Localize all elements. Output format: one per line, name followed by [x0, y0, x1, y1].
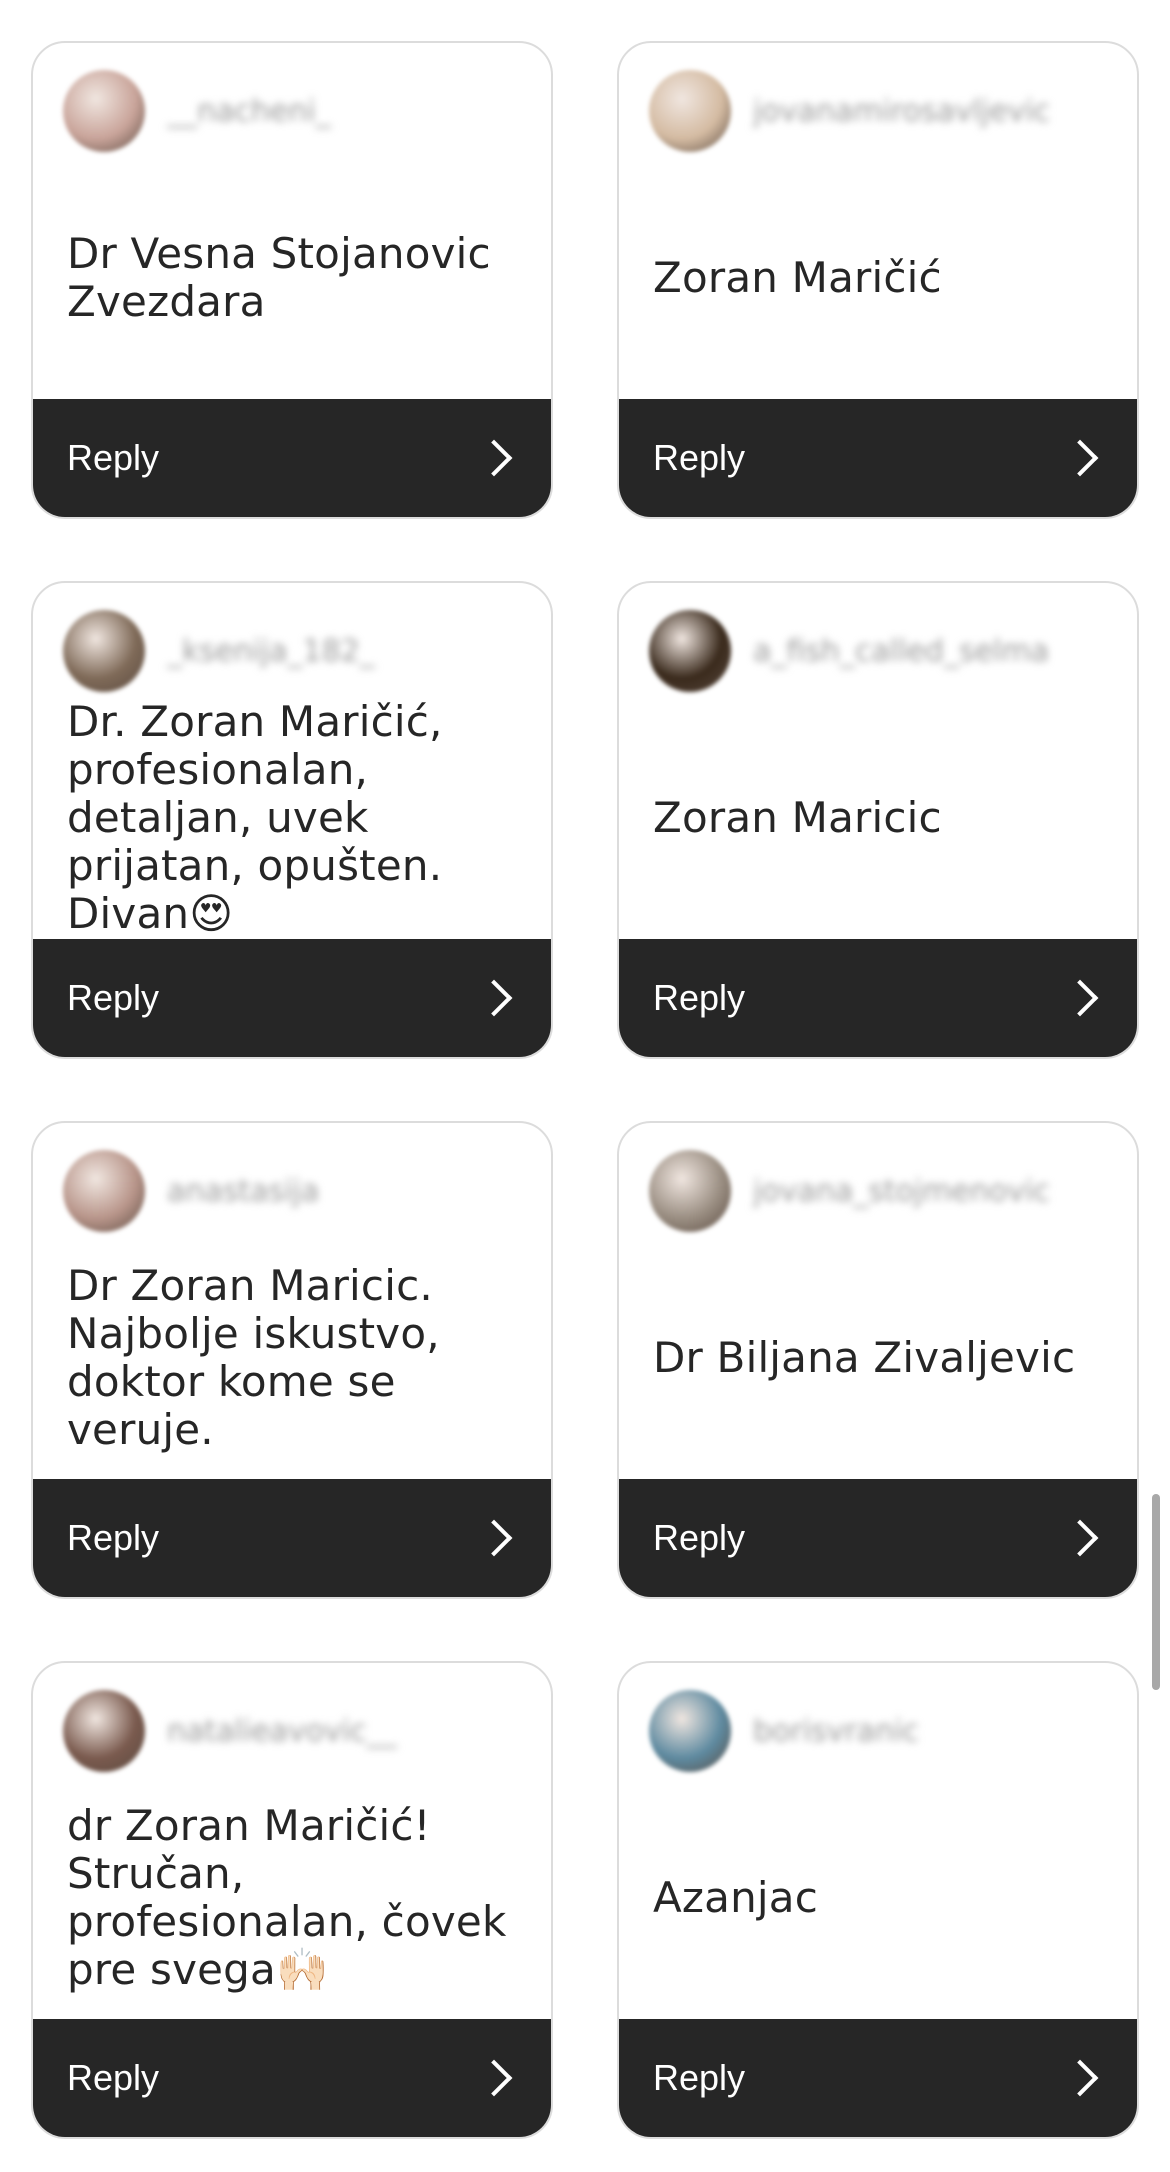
reply-label: Reply — [67, 437, 160, 478]
username[interactable]: _ksenija_182_ — [167, 634, 375, 669]
reply-button[interactable]: Reply — [33, 1479, 551, 1597]
reply-label: Reply — [653, 2057, 746, 2098]
chevron-right-icon — [1061, 1519, 1099, 1557]
avatar[interactable] — [63, 610, 145, 692]
chevron-right-icon — [475, 979, 513, 1017]
avatar[interactable] — [649, 610, 731, 692]
reply-card: jovanamirosavljevic Zoran Maričić Reply — [617, 41, 1139, 519]
card-header: a_fish_called_selma — [649, 609, 1117, 693]
reply-message: Azanjac — [653, 1873, 819, 1922]
reply-card: _ksenija_182_ Dr. Zoran Maričić, profesi… — [31, 581, 553, 1059]
reply-button[interactable]: Reply — [33, 939, 551, 1057]
reply-message: Dr Zoran Maricic. Najbolje iskustvo, dok… — [67, 1261, 440, 1454]
card-header: natalieavovic__ — [63, 1689, 531, 1773]
card-header: anastasija — [63, 1149, 531, 1233]
story-replies-page: __nacheni_ Dr Vesna Stojanovic Zvezdara … — [0, 0, 1170, 2172]
reply-card: natalieavovic__ dr Zoran Maričić! Struča… — [31, 1661, 553, 2139]
avatar[interactable] — [649, 1690, 731, 1772]
card-header: jovana_stojmenovic — [649, 1149, 1117, 1233]
reply-label: Reply — [653, 1517, 746, 1558]
card-body: Dr Vesna Stojanovic Zvezdara — [67, 165, 523, 391]
chevron-right-icon — [1061, 439, 1099, 477]
avatar[interactable] — [63, 1150, 145, 1232]
avatar[interactable] — [649, 70, 731, 152]
chevron-right-icon — [1061, 979, 1099, 1017]
chevron-right-icon — [475, 2059, 513, 2097]
reply-label: Reply — [67, 2057, 160, 2098]
reply-card: a_fish_called_selma Zoran Maricic Reply — [617, 581, 1139, 1059]
reply-button[interactable]: Reply — [619, 939, 1137, 1057]
card-header: borisvranic — [649, 1689, 1117, 1773]
reply-label: Reply — [653, 977, 746, 1018]
username[interactable]: anastasija — [167, 1174, 319, 1209]
reply-card: borisvranic Azanjac Reply — [617, 1661, 1139, 2139]
reply-button[interactable]: Reply — [33, 2019, 551, 2137]
card-header: __nacheni_ — [63, 69, 531, 153]
chevron-right-icon — [475, 1519, 513, 1557]
reply-label: Reply — [67, 1517, 160, 1558]
username[interactable]: __nacheni_ — [167, 94, 331, 129]
card-body: Dr Biljana Zivaljevic — [653, 1245, 1109, 1471]
reply-card: anastasija Dr Zoran Maricic. Najbolje is… — [31, 1121, 553, 1599]
card-body: dr Zoran Maričić! Stručan, profesionalan… — [67, 1785, 523, 2011]
username[interactable]: natalieavovic__ — [167, 1714, 397, 1749]
reply-message: Zoran Maricic — [653, 793, 942, 842]
username[interactable]: borisvranic — [753, 1714, 919, 1749]
avatar[interactable] — [649, 1150, 731, 1232]
reply-card: __nacheni_ Dr Vesna Stojanovic Zvezdara … — [31, 41, 553, 519]
reply-label: Reply — [653, 437, 746, 478]
card-body: Dr Zoran Maricic. Najbolje iskustvo, dok… — [67, 1245, 523, 1471]
reply-message: Dr Vesna Stojanovic Zvezdara — [67, 229, 491, 326]
chevron-right-icon — [475, 439, 513, 477]
reply-message: Dr Biljana Zivaljevic — [653, 1333, 1076, 1382]
reply-card: jovana_stojmenovic Dr Biljana Zivaljevic… — [617, 1121, 1139, 1599]
replies-grid: __nacheni_ Dr Vesna Stojanovic Zvezdara … — [31, 41, 1139, 2139]
reply-button[interactable]: Reply — [619, 1479, 1137, 1597]
username[interactable]: jovanamirosavljevic — [753, 94, 1050, 129]
reply-button[interactable]: Reply — [619, 2019, 1137, 2137]
reply-button[interactable]: Reply — [33, 399, 551, 517]
card-header: jovanamirosavljevic — [649, 69, 1117, 153]
card-body: Dr. Zoran Maričić, profesionalan, detalj… — [67, 698, 523, 938]
card-body: Zoran Maričić — [653, 165, 1109, 391]
avatar[interactable] — [63, 1690, 145, 1772]
reply-message: Zoran Maričić — [653, 253, 942, 302]
reply-message: dr Zoran Maričić! Stručan, profesionalan… — [67, 1801, 507, 1994]
reply-label: Reply — [67, 977, 160, 1018]
scrollbar[interactable] — [1152, 1494, 1160, 1690]
card-header: _ksenija_182_ — [63, 609, 531, 693]
reply-button[interactable]: Reply — [619, 399, 1137, 517]
card-body: Zoran Maricic — [653, 705, 1109, 931]
username[interactable]: a_fish_called_selma — [753, 634, 1049, 669]
username[interactable]: jovana_stojmenovic — [753, 1174, 1050, 1209]
reply-message: Dr. Zoran Maričić, profesionalan, detalj… — [67, 697, 443, 938]
chevron-right-icon — [1061, 2059, 1099, 2097]
avatar[interactable] — [63, 70, 145, 152]
card-body: Azanjac — [653, 1785, 1109, 2011]
